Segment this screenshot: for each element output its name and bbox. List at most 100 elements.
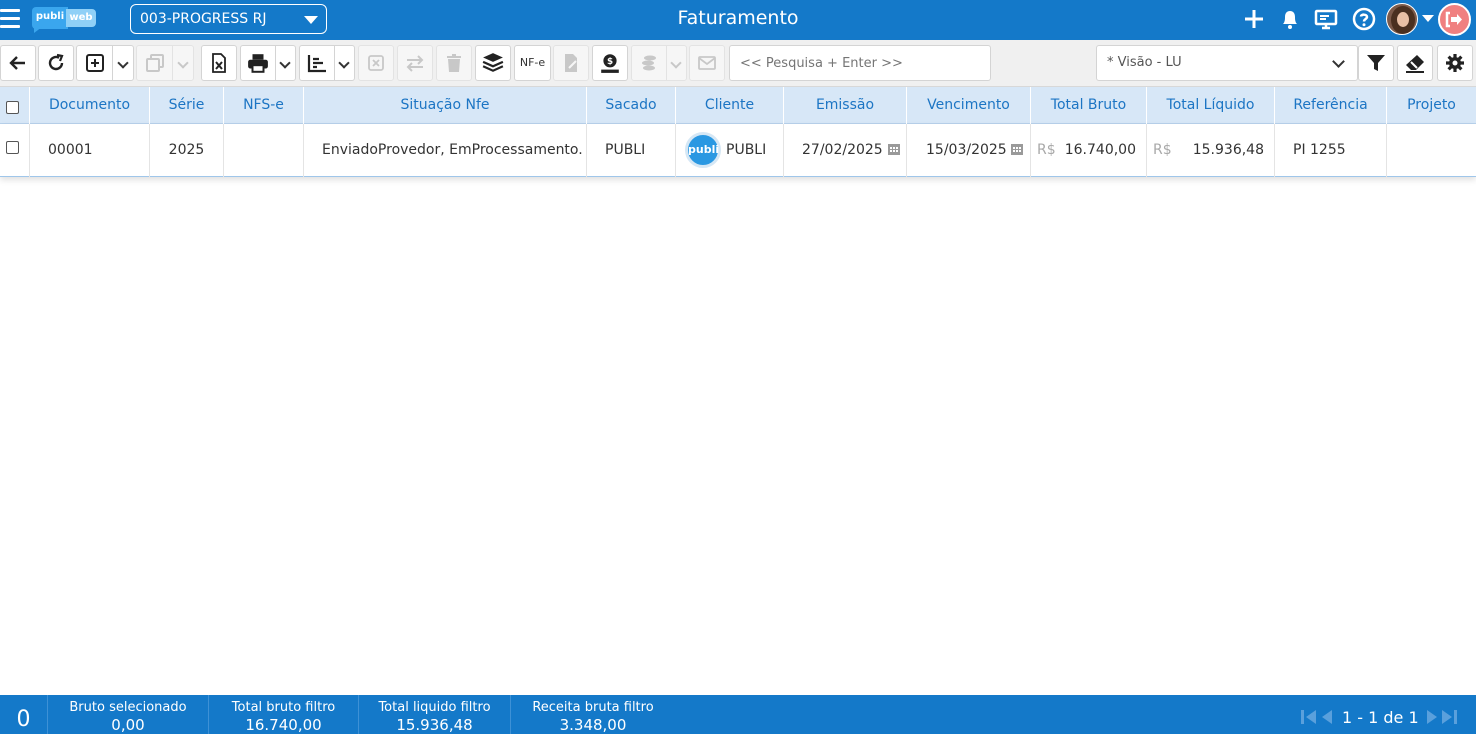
- user-avatar[interactable]: [1386, 3, 1418, 35]
- bell-icon[interactable]: [1277, 6, 1303, 32]
- first-page-icon[interactable]: [1300, 709, 1318, 725]
- money-bag-icon: $: [601, 54, 619, 73]
- svg-text:$: $: [607, 57, 613, 67]
- filter-button[interactable]: [1358, 45, 1394, 81]
- top-bar: publi web 003-PROGRESS RJ Faturamento: [0, 0, 1476, 40]
- next-page-icon[interactable]: [1425, 709, 1439, 725]
- plus-square-icon: [86, 54, 104, 72]
- cell-sacado: PUBLI: [587, 124, 676, 177]
- table-row[interactable]: 00001 2025 EnviadoProvedor, EmProcessame…: [0, 124, 1476, 177]
- back-button[interactable]: [0, 45, 36, 81]
- logo-text-web: web: [66, 9, 96, 27]
- coins-dropdown-button[interactable]: [631, 45, 687, 81]
- export-excel-button[interactable]: [201, 45, 237, 81]
- filter-icon: [1367, 55, 1385, 71]
- user-menu-chevron-icon[interactable]: [1422, 15, 1434, 22]
- menu-icon[interactable]: [0, 9, 22, 29]
- chevron-down-icon: [279, 57, 291, 69]
- eraser-icon: [1406, 55, 1424, 73]
- chevron-down-icon: [1332, 55, 1345, 68]
- view-select[interactable]: * Visão - LU: [1096, 45, 1358, 81]
- stat-total-liquido-filtro: Total liquido filtro 15.936,48: [359, 695, 511, 734]
- cell-serie: 2025: [150, 124, 224, 177]
- close-square-icon: [368, 55, 384, 71]
- column-header-total-bruto[interactable]: Total Bruto: [1031, 87, 1147, 124]
- cancel-button[interactable]: [358, 45, 394, 81]
- chevron-down-icon: [670, 57, 682, 69]
- cell-vencimento: 15/03/2025: [907, 124, 1031, 177]
- cell-projeto: [1387, 124, 1476, 177]
- cell-referencia: PI 1255: [1275, 124, 1387, 177]
- column-header-nfse[interactable]: NFS-e: [224, 87, 304, 124]
- select-all-checkbox[interactable]: [6, 101, 19, 114]
- stat-label: Total bruto filtro: [231, 700, 336, 715]
- refresh-button[interactable]: [38, 45, 74, 81]
- column-header-situacao[interactable]: Situação Nfe: [304, 87, 587, 124]
- column-header-total-liquido[interactable]: Total Líquido: [1147, 87, 1275, 124]
- help-icon[interactable]: [1351, 6, 1377, 32]
- cell-total-bruto: R$ 16.740,00: [1031, 124, 1147, 177]
- column-header-emissao[interactable]: Emissão: [784, 87, 907, 124]
- stat-label: Total liquido filtro: [378, 700, 491, 715]
- previous-page-icon[interactable]: [1320, 709, 1334, 725]
- stat-total-bruto-filtro: Total bruto filtro 16.740,00: [209, 695, 359, 734]
- pagination-label: 1 - 1 de 1: [1342, 708, 1419, 727]
- logout-button[interactable]: [1438, 3, 1471, 36]
- calendar-icon[interactable]: [887, 142, 901, 156]
- chevron-down-icon: [338, 57, 350, 69]
- add-icon[interactable]: [1241, 6, 1267, 32]
- vencimento-date: 15/03/2025: [926, 142, 1007, 158]
- bar-chart-icon: [307, 55, 326, 73]
- last-page-icon[interactable]: [1440, 709, 1458, 725]
- chart-dropdown-button[interactable]: [299, 45, 355, 81]
- logo-text-publi: publi: [32, 7, 68, 29]
- column-header-serie[interactable]: Série: [150, 87, 224, 124]
- row-checkbox[interactable]: [6, 141, 19, 154]
- stat-value: 0,00: [111, 716, 145, 734]
- logo-tail: [34, 27, 42, 33]
- search-input[interactable]: [729, 45, 991, 81]
- monitor-icon[interactable]: [1313, 6, 1339, 32]
- swap-icon: [406, 55, 424, 72]
- selected-count: 0: [0, 695, 48, 734]
- cell-total-liquido: R$ 15.936,48: [1147, 124, 1275, 177]
- toolbar: NF-e $ * Visão - LU: [0, 40, 1476, 87]
- delete-button[interactable]: [436, 45, 472, 81]
- add-dropdown-button[interactable]: [76, 45, 134, 81]
- print-dropdown-button[interactable]: [240, 45, 296, 81]
- logout-icon: [1445, 11, 1462, 28]
- stat-value: 15.936,48: [396, 716, 473, 734]
- currency-symbol: R$: [1153, 142, 1172, 158]
- client-name: PUBLI: [726, 142, 767, 158]
- column-header-documento[interactable]: Documento: [30, 87, 150, 124]
- column-header-vencimento[interactable]: Vencimento: [907, 87, 1031, 124]
- emissao-date: 27/02/2025: [802, 142, 883, 158]
- footer-bar: 0 Bruto selecionado 0,00 Total bruto fil…: [0, 695, 1476, 734]
- settings-button[interactable]: [1437, 45, 1473, 81]
- email-button[interactable]: [689, 45, 725, 81]
- duplicate-dropdown-button[interactable]: [136, 45, 194, 81]
- envelope-icon: [698, 56, 716, 70]
- cell-documento: 00001: [30, 124, 150, 177]
- layers-button[interactable]: [475, 45, 511, 81]
- total-bruto-value: 16.740,00: [1064, 142, 1136, 158]
- cell-situacao: EnviadoProvedor, EmProcessamento.: [304, 124, 587, 177]
- cell-cliente: publi PUBLI: [676, 124, 784, 177]
- chevron-down-icon: [117, 57, 129, 69]
- row-select-cell: [0, 124, 30, 177]
- nfe-button[interactable]: NF-e: [514, 45, 551, 81]
- calendar-icon[interactable]: [1010, 142, 1024, 156]
- clear-filter-button[interactable]: [1397, 45, 1433, 81]
- edit-document-button[interactable]: [553, 45, 589, 81]
- receive-payment-button[interactable]: $: [592, 45, 628, 81]
- company-select[interactable]: 003-PROGRESS RJ: [130, 4, 327, 34]
- column-header-sacado[interactable]: Sacado: [587, 87, 676, 124]
- column-header-referencia[interactable]: Referência: [1275, 87, 1387, 124]
- app-logo[interactable]: publi web: [32, 7, 98, 33]
- view-select-value: * Visão - LU: [1107, 55, 1182, 70]
- transfer-button[interactable]: [397, 45, 433, 81]
- stat-value: 3.348,00: [559, 716, 627, 734]
- column-header-cliente[interactable]: Cliente: [676, 87, 784, 124]
- cell-nfse: [224, 124, 304, 177]
- column-header-projeto[interactable]: Projeto: [1387, 87, 1476, 124]
